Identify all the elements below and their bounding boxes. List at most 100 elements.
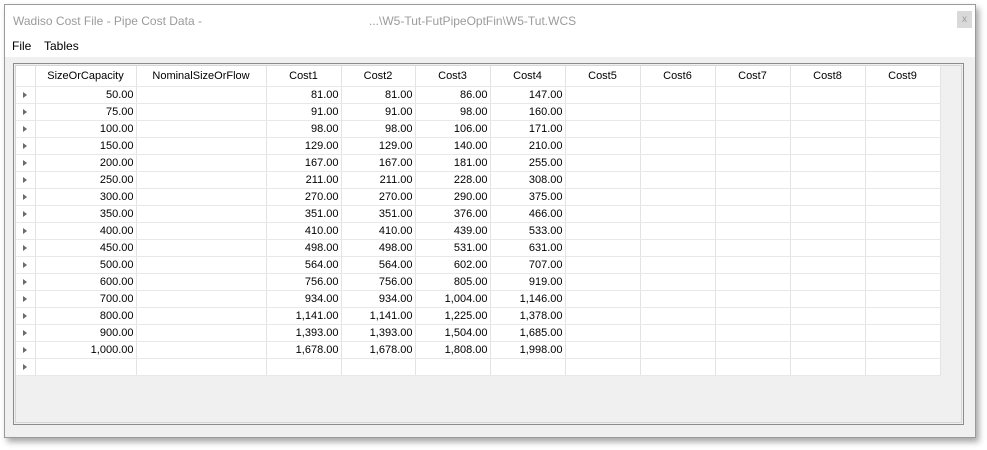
grid-cell[interactable]: 1,000.00 xyxy=(35,341,137,359)
grid-cell[interactable] xyxy=(865,188,941,206)
grid-cell[interactable]: 900.00 xyxy=(35,324,137,342)
grid-cell[interactable] xyxy=(715,86,791,104)
grid-cell[interactable] xyxy=(565,239,641,257)
grid-cell[interactable] xyxy=(565,137,641,155)
row-selector[interactable] xyxy=(16,239,36,257)
grid-cell[interactable]: 255.00 xyxy=(490,154,566,172)
table-row[interactable]: 300.00 270.00 270.00 290.00 375.00 xyxy=(16,188,941,206)
grid-cell[interactable] xyxy=(640,137,716,155)
grid-cell[interactable] xyxy=(715,120,791,138)
grid-cell[interactable]: 1,225.00 xyxy=(415,307,491,325)
grid-cell[interactable]: 211.00 xyxy=(266,171,342,189)
grid-cell[interactable] xyxy=(136,188,267,206)
grid-cell[interactable] xyxy=(640,205,716,223)
grid-cell[interactable] xyxy=(35,358,137,376)
grid-cell[interactable] xyxy=(790,222,866,240)
grid-cell[interactable] xyxy=(865,239,941,257)
row-selector[interactable] xyxy=(16,86,36,104)
grid-cell[interactable]: 270.00 xyxy=(266,188,342,206)
grid-cell[interactable]: 631.00 xyxy=(490,239,566,257)
grid-cell[interactable]: 1,141.00 xyxy=(266,307,342,325)
row-selector[interactable] xyxy=(16,358,36,376)
grid-cell[interactable] xyxy=(640,324,716,342)
grid-cell[interactable]: 106.00 xyxy=(415,120,491,138)
grid-cell[interactable] xyxy=(136,171,267,189)
menu-tables[interactable]: Tables xyxy=(44,39,79,53)
grid-cell[interactable] xyxy=(415,358,491,376)
grid-cell[interactable]: 1,504.00 xyxy=(415,324,491,342)
grid-cell[interactable]: 1,678.00 xyxy=(341,341,416,359)
grid-cell[interactable] xyxy=(565,103,641,121)
grid-cell[interactable] xyxy=(790,290,866,308)
grid-cell[interactable] xyxy=(715,307,791,325)
grid-cell[interactable]: 410.00 xyxy=(266,222,342,240)
grid-cell[interactable] xyxy=(790,341,866,359)
grid-cell[interactable] xyxy=(865,205,941,223)
table-row[interactable]: 800.00 1,141.00 1,141.00 1,225.00 1,378.00 xyxy=(16,307,941,325)
grid-cell[interactable]: 1,004.00 xyxy=(415,290,491,308)
grid-cell[interactable] xyxy=(715,222,791,240)
grid-cell[interactable] xyxy=(790,273,866,291)
grid-cell[interactable]: 1,685.00 xyxy=(490,324,566,342)
row-selector[interactable] xyxy=(16,256,36,274)
column-header[interactable]: NominalSizeOrFlow xyxy=(136,66,267,87)
grid-cell[interactable] xyxy=(715,324,791,342)
column-header[interactable]: Cost8 xyxy=(790,66,866,87)
grid-cell[interactable] xyxy=(790,137,866,155)
table-row[interactable]: 350.00 351.00 351.00 376.00 466.00 xyxy=(16,205,941,223)
column-header[interactable]: Cost6 xyxy=(640,66,716,87)
grid-cell[interactable]: 200.00 xyxy=(35,154,137,172)
grid-cell[interactable]: 375.00 xyxy=(490,188,566,206)
table-row[interactable]: 250.00 211.00 211.00 228.00 308.00 xyxy=(16,171,941,189)
grid-cell[interactable] xyxy=(790,120,866,138)
grid-cell[interactable]: 934.00 xyxy=(341,290,416,308)
grid-cell[interactable] xyxy=(565,205,641,223)
grid-cell[interactable]: 211.00 xyxy=(341,171,416,189)
grid-cell[interactable] xyxy=(266,358,342,376)
row-selector[interactable] xyxy=(16,307,36,325)
grid-cell[interactable]: 934.00 xyxy=(266,290,342,308)
grid-cell[interactable] xyxy=(790,239,866,257)
grid-cell[interactable] xyxy=(640,358,716,376)
row-selector[interactable] xyxy=(16,205,36,223)
grid-cell[interactable] xyxy=(565,188,641,206)
table-row[interactable]: 200.00 167.00 167.00 181.00 255.00 xyxy=(16,154,941,172)
table-row[interactable]: 700.00 934.00 934.00 1,004.00 1,146.00 xyxy=(16,290,941,308)
grid-cell[interactable] xyxy=(715,273,791,291)
grid-cell[interactable] xyxy=(136,256,267,274)
row-selector[interactable] xyxy=(16,137,36,155)
row-selector[interactable] xyxy=(16,324,36,342)
grid-cell[interactable] xyxy=(640,222,716,240)
table-row[interactable]: 75.00 91.00 91.00 98.00 160.00 xyxy=(16,103,941,121)
grid-cell[interactable]: 376.00 xyxy=(415,205,491,223)
grid-cell[interactable] xyxy=(790,154,866,172)
grid-cell[interactable] xyxy=(640,154,716,172)
grid-cell[interactable] xyxy=(865,256,941,274)
grid-cell[interactable] xyxy=(715,103,791,121)
grid-cell[interactable] xyxy=(640,307,716,325)
row-selector[interactable] xyxy=(16,222,36,240)
grid-cell[interactable] xyxy=(790,358,866,376)
row-selector[interactable] xyxy=(16,290,36,308)
grid-cell[interactable] xyxy=(865,290,941,308)
grid-cell[interactable]: 1,378.00 xyxy=(490,307,566,325)
grid-cell[interactable]: 600.00 xyxy=(35,273,137,291)
grid-cell[interactable]: 1,146.00 xyxy=(490,290,566,308)
grid-cell[interactable] xyxy=(136,239,267,257)
grid-cell[interactable] xyxy=(136,273,267,291)
grid-cell[interactable]: 1,141.00 xyxy=(341,307,416,325)
grid-cell[interactable] xyxy=(715,239,791,257)
grid-cell[interactable]: 75.00 xyxy=(35,103,137,121)
column-header[interactable]: Cost3 xyxy=(415,66,491,87)
grid-cell[interactable] xyxy=(640,103,716,121)
grid-cell[interactable]: 140.00 xyxy=(415,137,491,155)
grid-cell[interactable]: 1,393.00 xyxy=(266,324,342,342)
grid-cell[interactable] xyxy=(715,171,791,189)
grid-cell[interactable] xyxy=(865,358,941,376)
grid-cell[interactable]: 100.00 xyxy=(35,120,137,138)
grid-cell[interactable] xyxy=(715,137,791,155)
grid-cell[interactable] xyxy=(640,256,716,274)
grid-cell[interactable] xyxy=(136,290,267,308)
grid-cell[interactable] xyxy=(715,256,791,274)
grid-cell[interactable]: 919.00 xyxy=(490,273,566,291)
